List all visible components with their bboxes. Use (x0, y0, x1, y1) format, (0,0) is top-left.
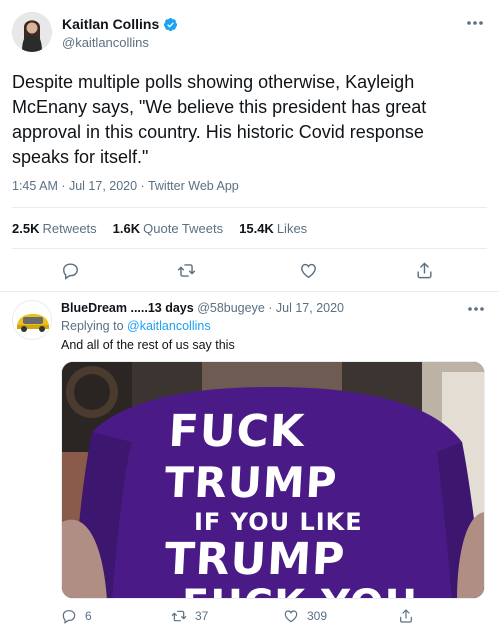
shirt-text-line: FUCK (167, 406, 307, 457)
retweets-count: 2.5K (12, 221, 40, 236)
reply-actions: 6 37 309 (0, 608, 499, 628)
retweets-label: Retweets (42, 221, 97, 236)
reply-header: BlueDream .....13 days @58bugeye · Jul 1… (61, 301, 344, 315)
tweet-text: Despite multiple polls showing otherwise… (12, 72, 427, 167)
tweet-actions (0, 256, 499, 284)
attached-photo[interactable]: FUCK TRUMP IF YOU LIKE TRUMP FUCK YOU (61, 361, 485, 599)
reply-tweet[interactable]: BlueDream .....13 days @58bugeye · Jul 1… (0, 291, 499, 634)
reply-avatar[interactable] (12, 300, 52, 340)
tweet-timestamp[interactable]: 1:45 AM · Jul 17, 2020 · Twitter Web App (12, 179, 239, 193)
shirt-text-line: FUCK YOU (182, 582, 418, 598)
reply-text: And all of the rest of us say this (61, 338, 235, 352)
handle[interactable]: @kaitlancollins (62, 35, 149, 50)
like-button[interactable] (294, 256, 322, 284)
heart-icon (300, 263, 316, 278)
reply-display-name[interactable]: BlueDream .....13 days (61, 301, 194, 315)
tweet-stats: 2.5K Retweets 1.6K Quote Tweets 15.4K Likes (12, 221, 307, 236)
divider (12, 248, 487, 249)
avatar[interactable] (12, 12, 52, 52)
divider (12, 207, 487, 208)
retweet-icon (177, 263, 195, 277)
reply-like-button[interactable]: 309 (283, 608, 327, 624)
reply-handle-date[interactable]: @58bugeye · Jul 17, 2020 (197, 301, 344, 315)
quotes-stat[interactable]: 1.6K Quote Tweets (113, 221, 223, 236)
share-button[interactable] (410, 256, 438, 284)
likes-stat[interactable]: 15.4K Likes (239, 221, 307, 236)
quotes-label: Quote Tweets (143, 221, 224, 236)
quotes-count: 1.6K (112, 221, 141, 236)
reply-button[interactable] (56, 256, 84, 284)
likes-label: Likes (276, 221, 308, 236)
reply-reply-button[interactable]: 6 (61, 608, 92, 624)
more-horizontal-icon[interactable] (466, 18, 484, 28)
share-icon (416, 262, 432, 278)
replying-prefix: Replying to (61, 319, 128, 333)
retweet-count: 37 (195, 609, 209, 623)
likes-count: 15.4K (239, 221, 274, 236)
display-name[interactable]: Kaitlan Collins (62, 16, 159, 32)
retweet-button[interactable] (172, 256, 200, 284)
retweet-icon (171, 610, 187, 622)
retweets-stat[interactable]: 2.5K Retweets (12, 221, 97, 236)
reply-count: 6 (85, 609, 92, 623)
reply-share-button[interactable] (398, 608, 414, 624)
shirt-text-line: TRUMP (163, 534, 347, 585)
reply-icon (62, 610, 76, 624)
shirt-text-line: IF YOU LIKE (194, 508, 363, 536)
reply-retweet-button[interactable]: 37 (171, 608, 208, 624)
more-horizontal-icon[interactable] (467, 304, 485, 314)
like-count: 309 (307, 609, 328, 623)
shirt-text-line: TRUMP (163, 458, 339, 507)
tweet-header: Kaitlan Collins @kaitlancollins (12, 12, 488, 58)
reply-icon (62, 262, 78, 280)
verified-badge-icon (164, 17, 178, 31)
replying-to-link[interactable]: @kaitlancollins (127, 319, 211, 333)
heart-icon (284, 610, 298, 623)
share-icon (400, 609, 412, 623)
replying-to: Replying to @kaitlancollins (61, 319, 211, 333)
